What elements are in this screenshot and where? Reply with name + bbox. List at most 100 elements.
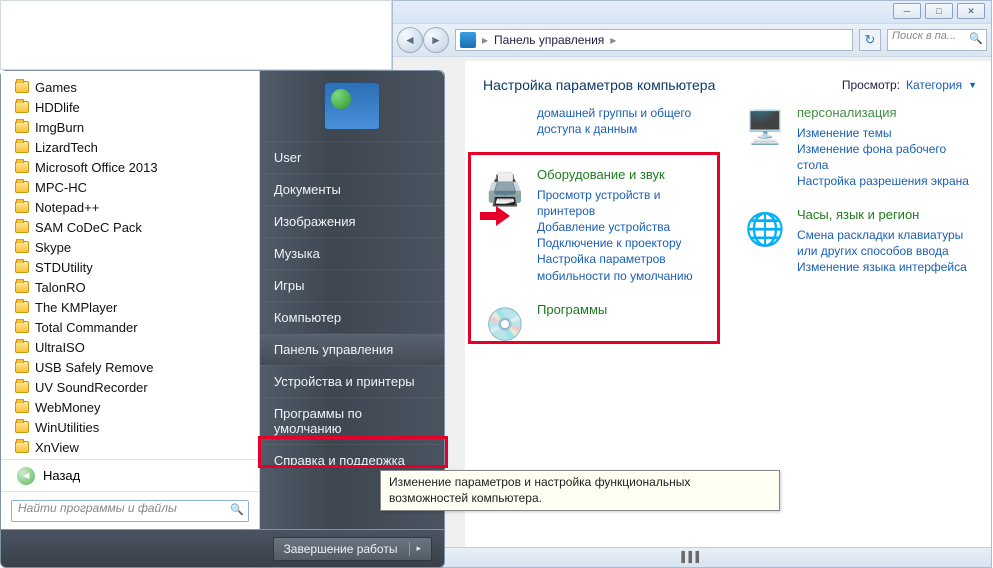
program-folder-item[interactable]: Microsoft Office 2013	[15, 157, 257, 177]
nav-forward-button[interactable]: ►	[423, 27, 449, 53]
program-folder-item[interactable]: The KMPlayer	[15, 297, 257, 317]
category-title[interactable]: Оборудование и звук	[537, 167, 713, 183]
category-link[interactable]: Просмотр устройств и принтеров	[537, 187, 713, 219]
program-folder-item[interactable]: UV SoundRecorder	[15, 377, 257, 397]
category-title[interactable]: персонализация	[797, 105, 973, 121]
program-folder-item[interactable]: STDUtility	[15, 257, 257, 277]
category-personalization-fragment: 🖥️ персонализация Изменение темы Изменен…	[743, 105, 973, 189]
program-folder-item[interactable]: WinUtilities	[15, 417, 257, 437]
refresh-button[interactable]: ↻	[859, 29, 881, 51]
back-button[interactable]: ◄ Назад	[1, 459, 259, 491]
folder-icon	[15, 401, 29, 413]
shutdown-button[interactable]: Завершение работы ▸	[273, 537, 432, 561]
control-panel-search[interactable]: Поиск в па...	[887, 29, 987, 51]
category-link[interactable]: Добавление устройства	[537, 219, 713, 235]
start-menu-link[interactable]: Изображения	[260, 205, 444, 237]
folder-icon	[15, 281, 29, 293]
program-folder-item[interactable]: Games	[15, 77, 257, 97]
printer-icon: 🖨️	[483, 167, 527, 211]
folder-label: Notepad++	[35, 200, 99, 215]
start-menu-link[interactable]: Компьютер	[260, 301, 444, 333]
back-arrow-icon: ◄	[17, 467, 35, 485]
folder-label: MPC-HC	[35, 180, 87, 195]
address-bar[interactable]: ▸ Панель управления ▸	[455, 29, 853, 51]
category-link[interactable]: Изменение темы	[797, 125, 973, 141]
folder-label: Total Commander	[35, 320, 138, 335]
program-folder-item[interactable]: XnView	[15, 437, 257, 457]
program-folder-item[interactable]: Total Commander	[15, 317, 257, 337]
folder-icon	[15, 141, 29, 153]
folder-label: Microsoft Office 2013	[35, 160, 158, 175]
category-programs-fragment: 💿 Программы	[483, 302, 713, 346]
category-link[interactable]: Смена раскладки клавиатуры или других сп…	[797, 227, 973, 259]
personalization-icon: 🖥️	[743, 105, 787, 149]
category-link[interactable]: Подключение к проектору	[537, 235, 713, 251]
page-title: Настройка параметров компьютера	[483, 77, 715, 93]
program-folder-item[interactable]: ImgBurn	[15, 117, 257, 137]
program-folder-item[interactable]: Skype	[15, 237, 257, 257]
program-folder-item[interactable]: SAM CoDeC Pack	[15, 217, 257, 237]
category-hardware-and-sound: 🖨️ Оборудование и звук Просмотр устройст…	[483, 167, 713, 284]
folder-label: STDUtility	[35, 260, 93, 275]
start-menu-link[interactable]: Панель управления	[260, 333, 444, 365]
background-panel	[0, 0, 392, 70]
folder-icon	[15, 221, 29, 233]
tooltip: Изменение параметров и настройка функцио…	[380, 470, 780, 511]
folder-icon	[15, 101, 29, 113]
view-selector[interactable]: Просмотр: Категория ▼	[842, 78, 977, 92]
chevron-down-icon: ▼	[968, 80, 977, 90]
start-menu-link[interactable]: User	[260, 141, 444, 173]
category-icon-placeholder	[483, 105, 527, 149]
start-menu-link[interactable]: Игры	[260, 269, 444, 301]
category-link[interactable]: Изменение языка интерфейса	[797, 259, 973, 275]
category-link[interactable]: Изменение фона рабочего стола	[797, 141, 973, 173]
folder-label: The KMPlayer	[35, 300, 117, 315]
program-folder-item[interactable]: WebMoney	[15, 397, 257, 417]
start-menu-link[interactable]: Документы	[260, 173, 444, 205]
folder-label: Skype	[35, 240, 71, 255]
start-menu-link[interactable]: Музыка	[260, 237, 444, 269]
folder-label: Games	[35, 80, 77, 95]
folder-icon	[15, 201, 29, 213]
maximize-button[interactable]: □	[925, 3, 953, 19]
category-clock-language-region: 🌐 Часы, язык и регион Смена раскладки кл…	[743, 207, 973, 275]
folder-label: WebMoney	[35, 400, 101, 415]
start-menu-footer: Завершение работы ▸	[0, 530, 445, 568]
view-value[interactable]: Категория	[906, 78, 962, 92]
shutdown-label: Завершение работы	[284, 542, 398, 556]
window-titlebar: ─ □ ✕	[393, 1, 991, 23]
globe-clock-icon: 🌐	[743, 207, 787, 251]
program-folder-item[interactable]: TalonRO	[15, 277, 257, 297]
breadcrumb-item[interactable]: Панель управления	[494, 33, 604, 47]
user-avatar[interactable]	[324, 82, 380, 130]
folder-icon	[15, 121, 29, 133]
category-link[interactable]: Настройка разрешения экрана	[797, 173, 973, 189]
folder-label: LizardTech	[35, 140, 98, 155]
program-folder-item[interactable]: MPC-HC	[15, 177, 257, 197]
navigation-bar: ◄ ► ▸ Панель управления ▸ ↻ Поиск в па..…	[393, 23, 991, 57]
category-link[interactable]: домашней группы и общего доступа к данны…	[537, 105, 713, 137]
category-title[interactable]: Часы, язык и регион	[797, 207, 973, 223]
resize-grip[interactable]: ▌▌▌	[393, 547, 991, 567]
breadcrumb-separator: ▸	[480, 33, 490, 47]
folder-label: HDDlife	[35, 100, 80, 115]
start-menu-right-pane: UserДокументыИзображенияМузыкаИгрыКомпью…	[260, 71, 444, 529]
program-folder-item[interactable]: UltraISO	[15, 337, 257, 357]
nav-back-button[interactable]: ◄	[397, 27, 423, 53]
start-search-input[interactable]: Найти программы и файлы	[11, 500, 249, 522]
programs-icon: 💿	[483, 302, 527, 346]
close-button[interactable]: ✕	[957, 3, 985, 19]
program-folder-item[interactable]: LizardTech	[15, 137, 257, 157]
category-title[interactable]: Программы	[537, 302, 713, 318]
program-folder-item[interactable]: USB Safely Remove	[15, 357, 257, 377]
folder-icon	[15, 161, 29, 173]
start-menu-link[interactable]: Программы по умолчанию	[260, 397, 444, 444]
all-programs-list[interactable]: Games HDDlife ImgBurn LizardTech Microsoft O…	[1, 71, 259, 459]
program-folder-item[interactable]: Notepad++	[15, 197, 257, 217]
program-folder-item[interactable]: HDDlife	[15, 97, 257, 117]
minimize-button[interactable]: ─	[893, 3, 921, 19]
start-menu: Games HDDlife ImgBurn LizardTech Microsoft O…	[0, 70, 445, 568]
category-link[interactable]: Настройка параметров мобильности по умол…	[537, 251, 713, 283]
start-menu-link[interactable]: Устройства и принтеры	[260, 365, 444, 397]
folder-label: UltraISO	[35, 340, 85, 355]
